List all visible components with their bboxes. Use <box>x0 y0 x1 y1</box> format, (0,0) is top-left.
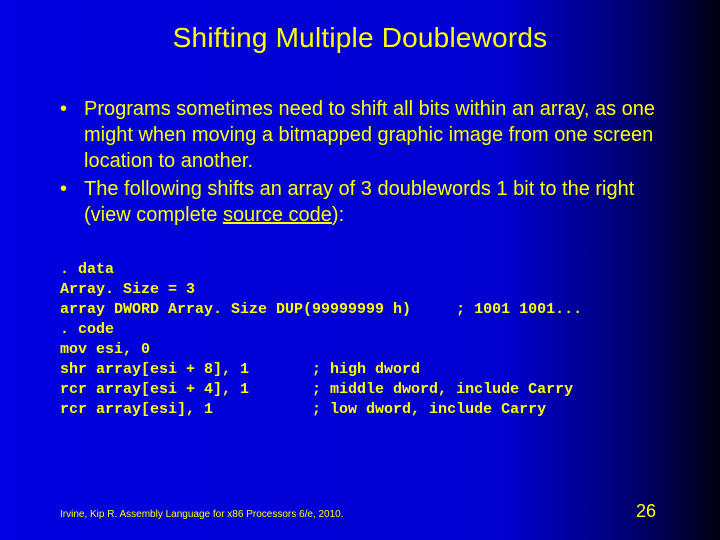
list-item: • The following shifts an array of 3 dou… <box>60 176 670 228</box>
bullet-marker: • <box>60 96 84 122</box>
list-item: • Programs sometimes need to shift all b… <box>60 96 670 174</box>
slide-title: Shifting Multiple Doublewords <box>0 0 720 54</box>
bullet-text: Programs sometimes need to shift all bit… <box>84 96 670 174</box>
code-block: . data Array. Size = 3 array DWORD Array… <box>60 260 680 420</box>
footer-citation: Irvine, Kip R. Assembly Language for x86… <box>60 509 344 520</box>
bullet-text: The following shifts an array of 3 doubl… <box>84 176 670 228</box>
bullet-marker: • <box>60 176 84 202</box>
bullet-prefix: The following shifts an array of 3 doubl… <box>84 178 634 226</box>
bullet-suffix: ): <box>332 204 344 226</box>
source-code-link[interactable]: source code <box>223 204 332 226</box>
page-number: 26 <box>636 501 656 522</box>
bullet-list: • Programs sometimes need to shift all b… <box>60 96 670 230</box>
